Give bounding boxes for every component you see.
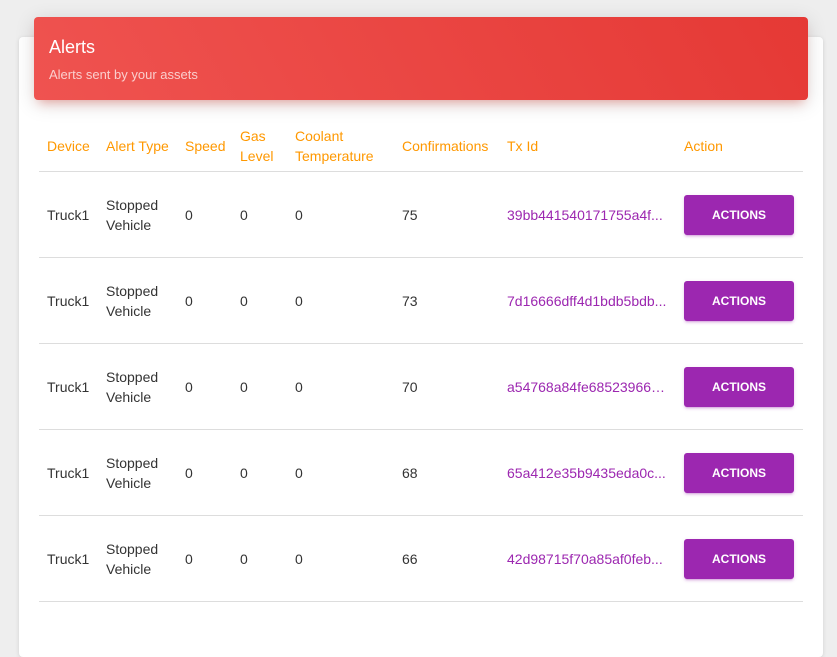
table-header-row: Device Alert Type Speed Gas Level Coolan… — [39, 121, 803, 172]
page-subtitle: Alerts sent by your assets — [49, 67, 198, 82]
cell-speed: 0 — [177, 429, 232, 516]
cell-confirmations: 70 — [394, 343, 499, 430]
cell-alert-type: Stopped Vehicle — [98, 515, 177, 602]
cell-confirmations: 66 — [394, 515, 499, 602]
cell-action: ACTIONS — [676, 515, 803, 602]
cell-speed: 0 — [177, 515, 232, 602]
cell-tx-id-link[interactable]: 42d98715f70a85af0feb... — [499, 515, 676, 602]
column-header-action: Action — [676, 121, 803, 172]
cell-coolant-temperature: 0 — [287, 429, 394, 516]
card-header: Alerts Alerts sent by your assets — [34, 17, 808, 100]
cell-tx-id-link[interactable]: a54768a84fe68523966d... — [499, 343, 676, 430]
table-row: Truck1 Stopped Vehicle 0 0 0 73 7d16666d… — [39, 257, 803, 344]
cell-gas-level: 0 — [232, 257, 287, 344]
column-header-confirmations: Confirmations — [394, 121, 499, 172]
cell-speed: 0 — [177, 257, 232, 344]
actions-button[interactable]: ACTIONS — [684, 538, 794, 579]
table-row: Truck1 Stopped Vehicle 0 0 0 70 a54768a8… — [39, 343, 803, 430]
actions-button[interactable]: ACTIONS — [684, 452, 794, 493]
actions-button[interactable]: ACTIONS — [684, 280, 794, 321]
cell-gas-level: 0 — [232, 515, 287, 602]
cell-device: Truck1 — [39, 515, 98, 602]
cell-coolant-temperature: 0 — [287, 515, 394, 602]
cell-coolant-temperature: 0 — [287, 257, 394, 344]
cell-action: ACTIONS — [676, 429, 803, 516]
cell-alert-type: Stopped Vehicle — [98, 429, 177, 516]
column-header-coolant-temperature: Coolant Temperature — [287, 121, 394, 172]
actions-button[interactable]: ACTIONS — [684, 366, 794, 407]
cell-alert-type: Stopped Vehicle — [98, 343, 177, 430]
cell-action: ACTIONS — [676, 257, 803, 344]
cell-speed: 0 — [177, 343, 232, 430]
cell-device: Truck1 — [39, 171, 98, 258]
cell-coolant-temperature: 0 — [287, 171, 394, 258]
table-row: Truck1 Stopped Vehicle 0 0 0 66 42d98715… — [39, 515, 803, 602]
cell-action: ACTIONS — [676, 171, 803, 258]
cell-confirmations: 75 — [394, 171, 499, 258]
alerts-table: Device Alert Type Speed Gas Level Coolan… — [39, 121, 803, 602]
cell-tx-id-link[interactable]: 39bb441540171755a4f... — [499, 171, 676, 258]
column-header-speed: Speed — [177, 121, 232, 172]
cell-speed: 0 — [177, 171, 232, 258]
cell-device: Truck1 — [39, 429, 98, 516]
cell-alert-type: Stopped Vehicle — [98, 171, 177, 258]
cell-device: Truck1 — [39, 343, 98, 430]
actions-button[interactable]: ACTIONS — [684, 194, 794, 235]
column-header-tx-id: Tx Id — [499, 121, 676, 172]
cell-device: Truck1 — [39, 257, 98, 344]
cell-confirmations: 68 — [394, 429, 499, 516]
cell-gas-level: 0 — [232, 429, 287, 516]
cell-alert-type: Stopped Vehicle — [98, 257, 177, 344]
column-header-device: Device — [39, 121, 98, 172]
column-header-gas-level: Gas Level — [232, 121, 287, 172]
cell-gas-level: 0 — [232, 171, 287, 258]
cell-tx-id-link[interactable]: 7d16666dff4d1bdb5bdb... — [499, 257, 676, 344]
table-row: Truck1 Stopped Vehicle 0 0 0 75 39bb4415… — [39, 171, 803, 258]
cell-coolant-temperature: 0 — [287, 343, 394, 430]
column-header-alert-type: Alert Type — [98, 121, 177, 172]
table-row: Truck1 Stopped Vehicle 0 0 0 68 65a412e3… — [39, 429, 803, 516]
cell-action: ACTIONS — [676, 343, 803, 430]
cell-gas-level: 0 — [232, 343, 287, 430]
cell-confirmations: 73 — [394, 257, 499, 344]
cell-tx-id-link[interactable]: 65a412e35b9435eda0c... — [499, 429, 676, 516]
page-title: Alerts — [49, 37, 96, 57]
